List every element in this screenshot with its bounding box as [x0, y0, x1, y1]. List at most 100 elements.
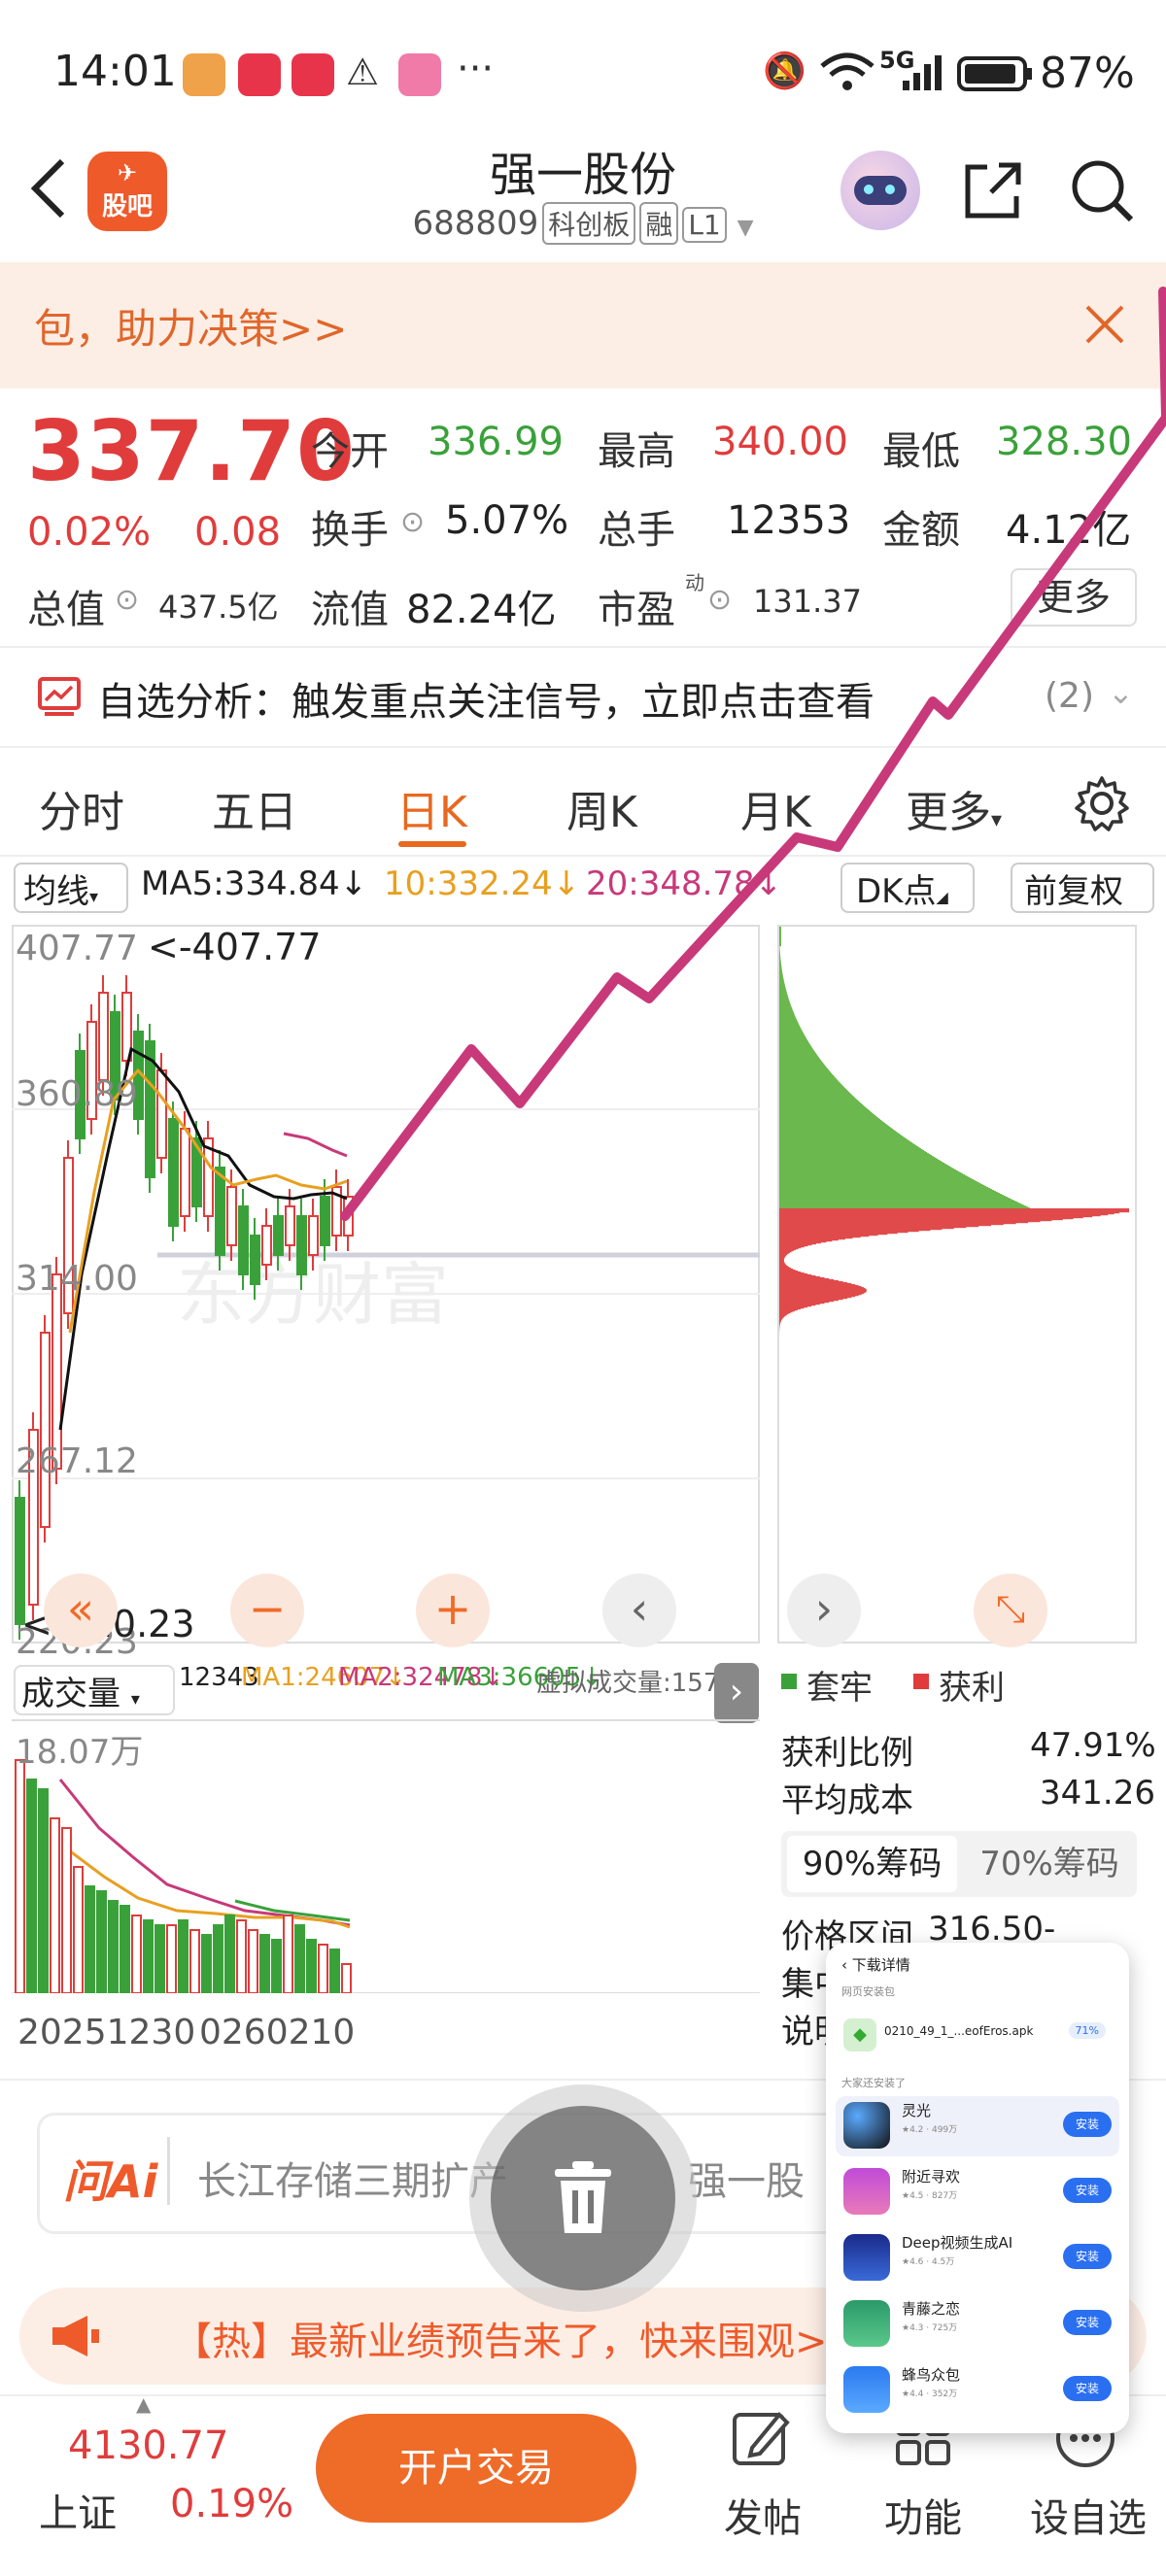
ma10-value: 10:332.24↓ [384, 864, 581, 903]
info-icon[interactable]: ⊙ [115, 583, 139, 617]
dk-point-selector[interactable]: DK点◢ [840, 863, 975, 913]
zoom-out-icon[interactable]: − [230, 1574, 304, 1647]
app-name: Deep视频生成AI [902, 2234, 1013, 2252]
app-notification-icon [292, 53, 334, 96]
app-name: 青藤之恋 [902, 2300, 961, 2318]
tab-daily-k[interactable]: 日K [396, 777, 467, 839]
download-progress: 71% [1068, 2022, 1106, 2039]
app-desc: ★4.4 · 352万 [902, 2390, 958, 2399]
volume-bar [294, 1924, 305, 1993]
tab-intraday[interactable]: 分时 [39, 777, 124, 839]
info-icon[interactable]: ⊙ [400, 505, 425, 539]
download-details-popup[interactable]: ‹ 下载详情 网页安装包 ◆ 0210_49_1_...eofEros.apk … [826, 1943, 1129, 2433]
tab-chip-90[interactable]: 90%筹码 [787, 1836, 957, 1892]
candle [250, 1235, 260, 1285]
floating-delete-button[interactable] [491, 2106, 675, 2290]
close-icon[interactable] [1083, 303, 1126, 346]
ai-logo: 问Ai [63, 2155, 158, 2208]
app-name: 附近寻欢 [902, 2168, 961, 2186]
active-tab-indicator [398, 841, 466, 847]
app-desc: ★4.3 · 725万 [902, 2323, 958, 2333]
app-icon [843, 2366, 890, 2413]
app-recommendation[interactable]: Deep视频生成AI ★4.6 · 4.5万 安装 [836, 2228, 1119, 2288]
pe-value: 131.37 [753, 583, 862, 620]
nav-post[interactable]: 发帖 [724, 2487, 802, 2543]
expand-panel-icon[interactable]: › [714, 1663, 759, 1723]
candle [261, 1225, 272, 1266]
pe-label: 市盈 [598, 588, 675, 632]
info-icon[interactable]: ⊙ [707, 583, 732, 617]
app-recommendation[interactable]: 青藤之恋 ★4.3 · 725万 安装 [836, 2294, 1119, 2355]
candle [343, 1196, 354, 1237]
candle [238, 1205, 249, 1275]
more-button[interactable]: 更多 [1011, 568, 1137, 627]
scroll-left-icon[interactable]: ‹ [602, 1574, 676, 1647]
tab-chip-70[interactable]: 70%筹码 [967, 1836, 1132, 1892]
volume-bar [271, 1939, 282, 1993]
warning-icon: ⚠ [346, 51, 380, 93]
scroll-right-icon[interactable]: › [787, 1574, 861, 1647]
adjust-selector[interactable]: 前复权 [1011, 863, 1154, 913]
open-account-trade-button[interactable]: 开户交易 [316, 2414, 636, 2523]
nav-functions[interactable]: 功能 [884, 2487, 962, 2543]
volume-bar [248, 1929, 258, 1993]
app-recommendation[interactable]: 灵光 ★4.2 · 499万 安装 [836, 2096, 1119, 2156]
index-change: 0.19% [170, 2482, 294, 2526]
guba-logo[interactable]: ✈ 股吧 [87, 152, 167, 231]
candle [215, 1167, 225, 1256]
volume-max-label: 18.07万 [16, 1733, 144, 1772]
tab-weekly-k[interactable]: 周K [566, 777, 637, 839]
assistant-avatar[interactable] [840, 151, 920, 230]
candle [40, 1332, 51, 1528]
ma-selector[interactable]: 均线▾ [14, 863, 128, 913]
volume-bar [108, 1900, 119, 1993]
volume-bar [154, 1924, 165, 1993]
scroll-left-fast-icon[interactable]: « [44, 1574, 118, 1647]
share-icon[interactable] [962, 157, 1026, 221]
megaphone-icon [52, 2316, 99, 2356]
search-icon[interactable] [1069, 157, 1137, 225]
high-label: 最高 [598, 429, 675, 474]
level-tag: L1 [682, 207, 727, 243]
tab-five-day[interactable]: 五日 [212, 777, 297, 839]
volume-bar [318, 1944, 328, 1993]
expand-icon[interactable]: ⤡ [974, 1574, 1047, 1647]
ai-search-tail: 强一股 [688, 2159, 805, 2204]
stock-code-row[interactable]: 688809 科创板融 L1 ▼ [360, 202, 806, 245]
banner-text: 包，助力决策>> [34, 305, 348, 353]
chevron-down-icon[interactable]: ⌄ [1108, 674, 1134, 711]
tab-more[interactable]: 更多▾ [906, 777, 1002, 839]
install-button[interactable]: 安装 [1063, 2178, 1112, 2203]
install-button[interactable]: 安装 [1063, 2376, 1112, 2401]
volume-bar [38, 1788, 49, 1993]
zoom-in-icon[interactable]: + [416, 1574, 490, 1647]
volume-bar [329, 1949, 340, 1993]
expand-up-icon[interactable]: ▲ [136, 2392, 151, 2416]
tab-monthly-k[interactable]: 月K [740, 777, 811, 839]
status-time: 14:01 [53, 47, 177, 96]
settings-gear-icon[interactable] [1074, 775, 1130, 831]
install-button[interactable]: 安装 [1063, 2244, 1112, 2269]
high-value: 340.00 [712, 420, 848, 464]
install-button[interactable]: 安装 [1063, 2310, 1112, 2335]
app-desc: ★4.5 · 827万 [902, 2191, 958, 2201]
volume-bar [15, 1759, 25, 1993]
signal-text[interactable]: 自选分析：触发重点关注信号，立即点击查看 [97, 670, 874, 727]
nav-add-watchlist[interactable]: 设自选 [1030, 2487, 1147, 2543]
volume-value: 12353 [727, 498, 851, 543]
avg-cost-value: 341.26 [1040, 1774, 1155, 1813]
float-value: 82.24亿 [406, 588, 557, 632]
app-recommendation[interactable]: 附近寻欢 ★4.5 · 827万 安装 [836, 2162, 1119, 2222]
volume-selector[interactable]: 成交量 ▾ [14, 1665, 175, 1715]
app-notification-icon [183, 53, 225, 96]
open-value: 336.99 [428, 420, 564, 464]
volume-bar [283, 1915, 293, 1993]
index-value[interactable]: 4130.77 [68, 2423, 228, 2468]
low-label: 最低 [882, 429, 960, 474]
open-label: 今开 [311, 429, 389, 474]
app-recommendation[interactable]: 蜂鸟众包 ★4.4 · 352万 安装 [836, 2360, 1119, 2421]
post-icon[interactable] [731, 2407, 793, 2469]
pe-dynamic-tag: 动 [685, 571, 704, 594]
install-button[interactable]: 安装 [1063, 2112, 1112, 2137]
back-icon[interactable] [27, 157, 70, 220]
